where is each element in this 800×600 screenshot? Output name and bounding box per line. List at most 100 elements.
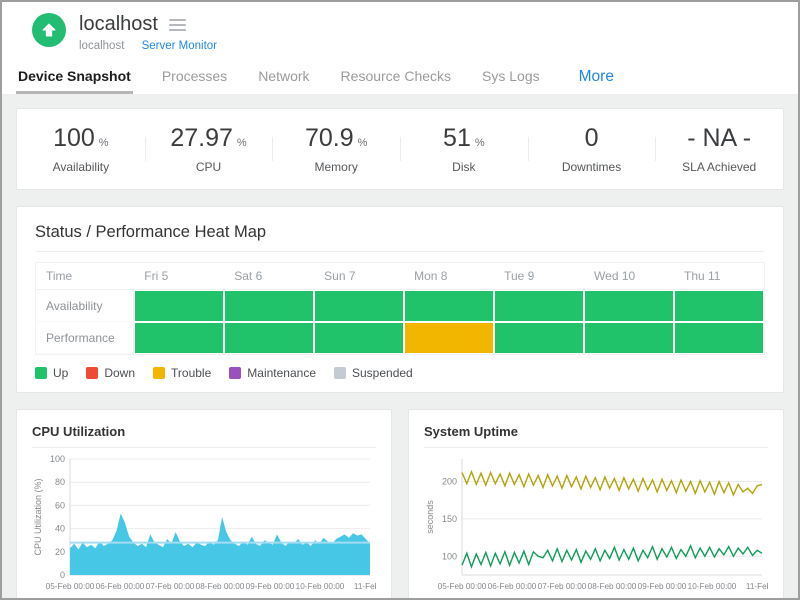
legend-label: Maintenance [247,366,316,380]
heatmap-cell-availability-thu-11[interactable] [674,290,764,322]
heatmap-col-header: Fri 5 [134,263,224,290]
stat-value: 70.9 [305,124,354,152]
svg-text:60: 60 [55,500,65,510]
stat-label: Downtimes [528,160,656,174]
svg-text:11-Feb 0: 11-Feb 0 [354,582,376,591]
stat-value: 100 [53,124,95,152]
legend-label: Suspended [352,366,413,380]
heatmap-cell-performance-fri-5[interactable] [134,322,224,354]
legend-label: Up [53,366,68,380]
legend-swatch-icon [334,367,346,379]
heatmap-table: TimeFri 5Sat 6Sun 7Mon 8Tue 9Wed 10Thu 1… [35,262,765,355]
page-header: localhost localhost Server Monitor Devic… [2,2,798,94]
svg-text:06-Feb 00:00: 06-Feb 00:00 [96,582,145,591]
heatmap-legend: Up Down Trouble Maintenance Suspended [35,366,765,380]
stat-memory: 70.9% Memory [272,124,400,174]
legend-item-down: Down [86,366,135,380]
svg-text:150: 150 [442,514,457,524]
system-uptime-card: System Uptime 10015020005-Feb 00:0006-Fe… [408,409,784,600]
cpu-utilization-chart[interactable]: 02040608010005-Feb 00:0006-Feb 00:0007-F… [32,453,376,600]
hamburger-menu-icon[interactable] [169,14,186,36]
page-title: localhost [79,13,158,36]
legend-item-maintenance: Maintenance [229,366,316,380]
heatmap-col-header: Sun 7 [314,263,404,290]
heatmap-cell-performance-mon-8[interactable] [404,322,494,354]
svg-text:05-Feb 00:00: 05-Feb 00:00 [438,582,487,591]
tab-processes[interactable]: Processes [160,64,229,94]
legend-swatch-icon [35,367,47,379]
svg-text:08-Feb 00:00: 08-Feb 00:00 [196,582,245,591]
stat-value: - NA - [687,124,751,152]
stat-availability: 100% Availability [17,124,145,174]
stat-unit: % [358,137,368,149]
heatmap-cell-availability-sat-6[interactable] [224,290,314,322]
legend-item-suspended: Suspended [334,366,413,380]
tab-sys-logs[interactable]: Sys Logs [480,64,542,94]
heatmap-row-availability: Availability [36,290,764,322]
heatmap-cell-availability-mon-8[interactable] [404,290,494,322]
tab-network[interactable]: Network [256,64,311,94]
heatmap-cell-performance-sun-7[interactable] [314,322,404,354]
heatmap-cell-performance-sat-6[interactable] [224,322,314,354]
tab-more[interactable]: More [577,68,616,94]
stat-unit: % [99,137,109,149]
heatmap-col-header: Thu 11 [674,263,764,290]
stat-label: Memory [272,160,400,174]
svg-text:05-Feb 00:00: 05-Feb 00:00 [46,582,95,591]
heatmap-col-header: Time [36,263,134,290]
heatmap-cell-availability-wed-10[interactable] [584,290,674,322]
legend-swatch-icon [153,367,165,379]
cpu-chart-title: CPU Utilization [32,422,376,448]
stat-downtimes: 0 Downtimes [528,124,656,174]
stat-value: 27.97 [170,124,233,152]
stat-value: 51 [443,124,471,152]
stat-value: 0 [585,124,599,152]
heatmap-cell-performance-wed-10[interactable] [584,322,674,354]
tab-bar: Device Snapshot Processes Network Resource … [2,52,798,94]
svg-text:08-Feb 00:00: 08-Feb 00:00 [588,582,637,591]
heatmap-col-header: Sat 6 [224,263,314,290]
system-uptime-chart[interactable]: 100 150 200 05-Feb 00:0006-Feb 00:0007-Feb … [424,453,768,600]
svg-text:100: 100 [50,454,65,464]
svg-text:07-Feb 00:00: 07-Feb 00:00 [538,582,587,591]
legend-item-trouble: Trouble [153,366,211,380]
breadcrumb-monitor-type-link[interactable]: Server Monitor [142,40,217,52]
svg-text:10-Feb 00:00: 10-Feb 00:00 [296,582,345,591]
heatmap-cell-performance-tue-9[interactable] [494,322,584,354]
tab-device-snapshot[interactable]: Device Snapshot [16,64,133,94]
svg-text:100: 100 [442,551,457,561]
heatmap-row-label: Availability [36,290,134,322]
stat-unit: % [237,137,247,149]
heatmap-row-performance: Performance [36,322,764,354]
breadcrumb: localhost Server Monitor [79,40,217,52]
svg-text:06-Feb 00:00: 06-Feb 00:00 [488,582,537,591]
svg-text:200: 200 [442,477,457,487]
svg-text:CPU Utilization (%): CPU Utilization (%) [33,478,43,555]
stat-label: Availability [17,160,145,174]
heatmap-row-label: Performance [36,322,134,354]
stat-sla-achieved: - NA -SLA Achieved [655,124,783,174]
stat-disk: 51%Disk [400,124,528,174]
heatmap-card: Status / Performance Heat Map TimeFri 5S… [16,206,784,393]
up-arrow-icon [41,22,57,38]
legend-swatch-icon [86,367,98,379]
heatmap-cell-availability-tue-9[interactable] [494,290,584,322]
summary-stats-bar: 100%Availability27.97%CPU70.9%Memory51%D… [16,108,784,190]
svg-text:10-Feb 00:00: 10-Feb 00:00 [688,582,737,591]
heatmap-cell-performance-thu-11[interactable] [674,322,764,354]
tab-resource-checks[interactable]: Resource Checks [339,64,454,94]
svg-text:09-Feb 00:00: 09-Feb 00:00 [246,582,295,591]
stat-unit: % [475,137,485,149]
cpu-utilization-card: CPU Utilization 02040608010005-Feb 00:00… [16,409,392,600]
legend-swatch-icon [229,367,241,379]
heatmap-cell-availability-fri-5[interactable] [134,290,224,322]
svg-text:07-Feb 00:00: 07-Feb 00:00 [146,582,195,591]
monitor-status-icon [32,13,66,47]
legend-item-up: Up [35,366,68,380]
heatmap-col-header: Wed 10 [584,263,674,290]
heatmap-cell-availability-sun-7[interactable] [314,290,404,322]
app-window: localhost localhost Server Monitor Devic… [0,0,800,600]
svg-text:11-Feb 0: 11-Feb 0 [746,582,768,591]
legend-label: Trouble [171,366,211,380]
svg-text:09-Feb 00:00: 09-Feb 00:00 [638,582,687,591]
